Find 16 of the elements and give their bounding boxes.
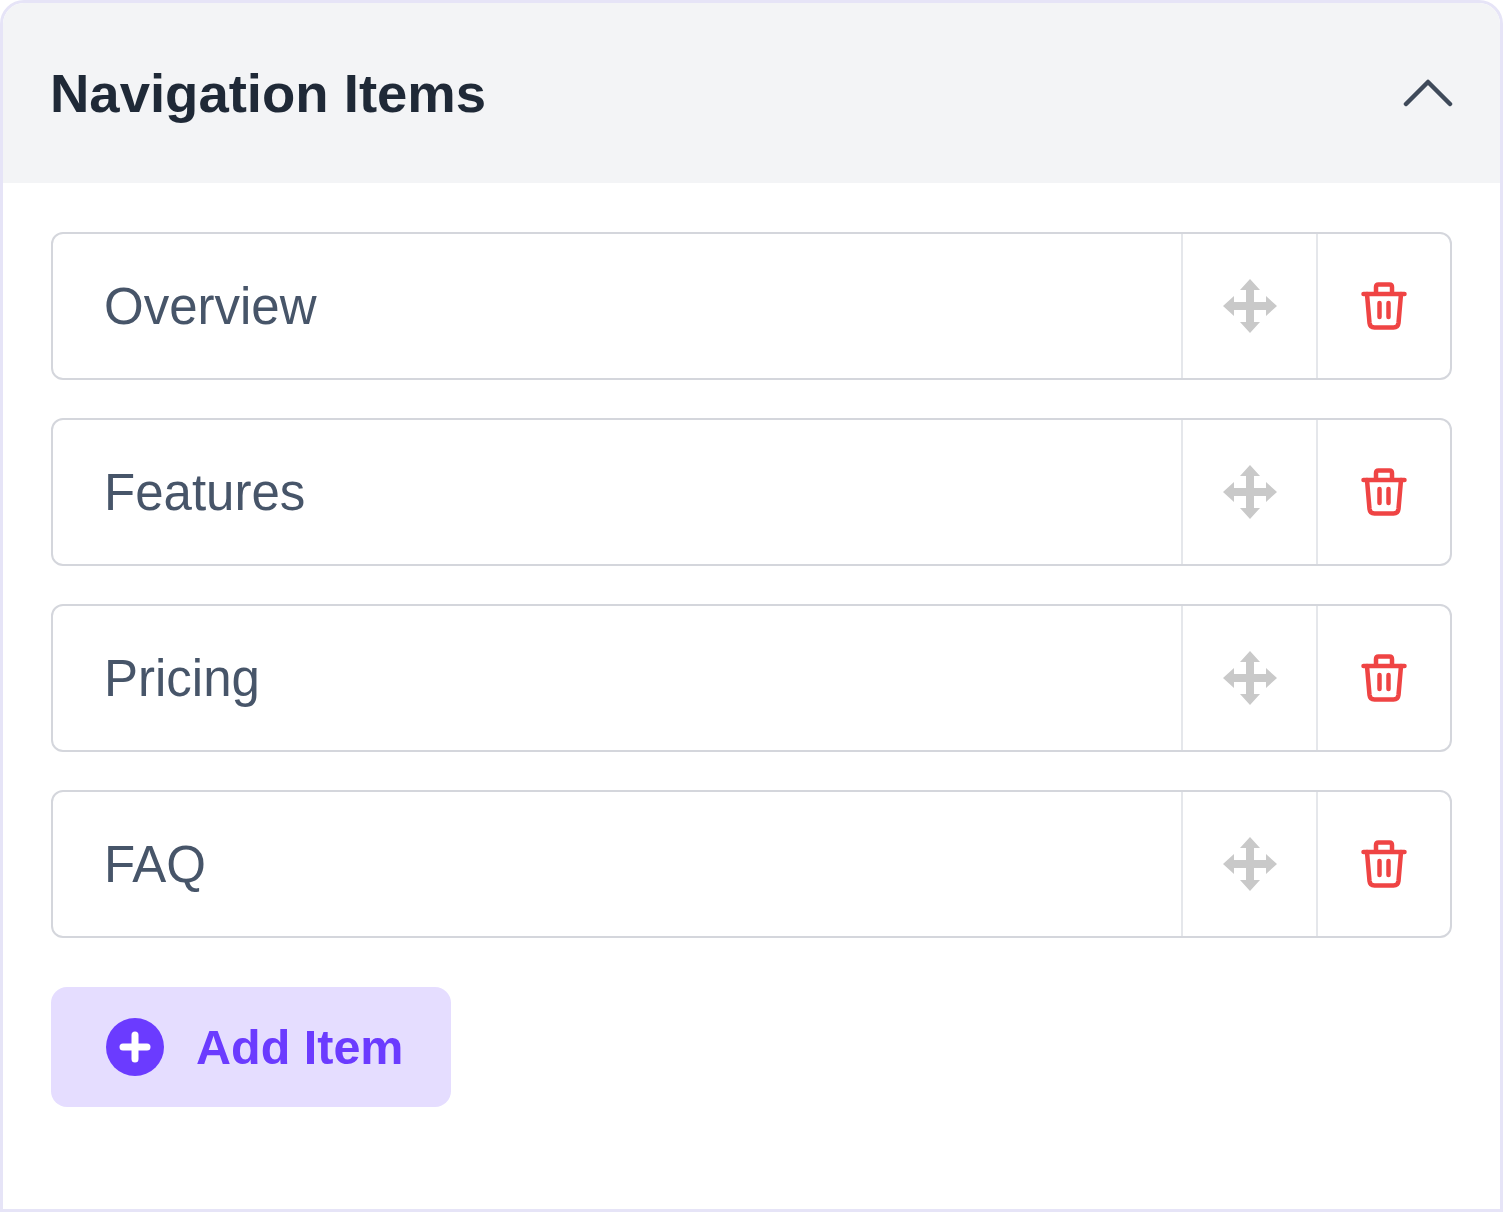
item-label-field[interactable]: Overview — [53, 234, 1181, 378]
item-label-field[interactable]: Features — [53, 420, 1181, 564]
trash-icon — [1361, 840, 1407, 888]
move-icon — [1222, 837, 1277, 891]
trash-icon — [1361, 468, 1407, 516]
panel-title: Navigation Items — [50, 61, 487, 125]
item-label-field[interactable]: Pricing — [53, 606, 1181, 750]
move-icon — [1222, 465, 1277, 519]
item-label-field[interactable]: FAQ — [53, 792, 1181, 936]
trash-icon — [1361, 654, 1407, 702]
move-icon — [1222, 651, 1277, 705]
chevron-up-icon[interactable] — [1403, 79, 1453, 107]
plus-circle-icon — [106, 1018, 164, 1076]
move-icon — [1222, 279, 1277, 333]
add-item-button[interactable]: Add Item — [51, 987, 451, 1107]
trash-icon — [1361, 282, 1407, 330]
